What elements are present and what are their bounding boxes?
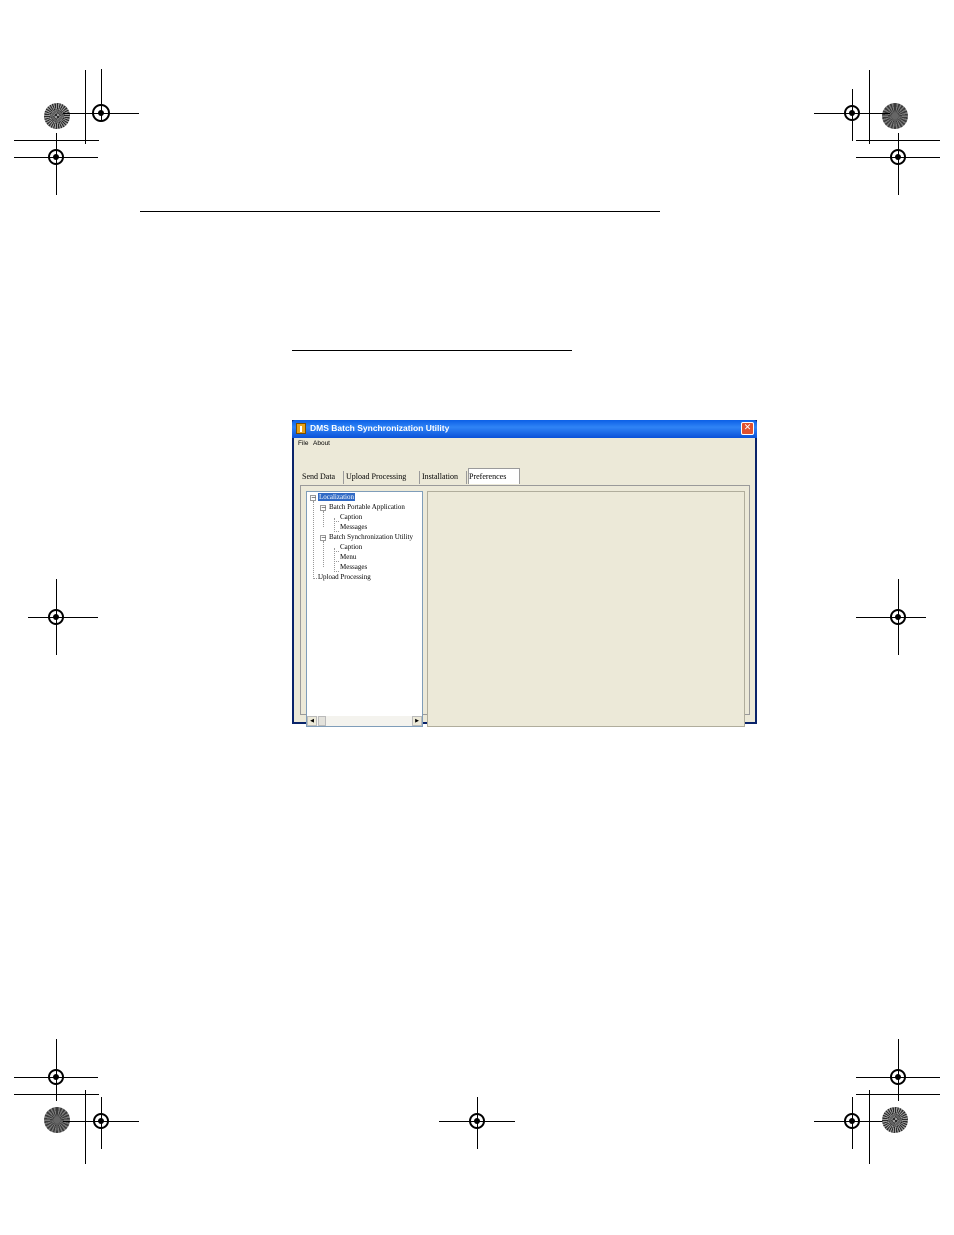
tree-item-caption[interactable]: Caption [340, 513, 362, 521]
scroll-left-button[interactable]: ◀ [307, 716, 317, 726]
tree-item-messages[interactable]: Messages [340, 523, 367, 531]
tree-horizontal-scrollbar[interactable]: ◀ ▶ [307, 716, 422, 726]
registration-starburst-bottom-left [44, 1107, 70, 1133]
crop-line-bottom-right [869, 1090, 870, 1164]
tab-upload-processing[interactable]: Upload Processing [346, 471, 420, 484]
tab-send-data[interactable]: Send Data [302, 471, 344, 484]
section-rule [292, 350, 572, 351]
header-rule [140, 211, 660, 212]
scroll-thumb[interactable] [318, 716, 326, 726]
tree-item-messages-2[interactable]: Messages [340, 563, 367, 571]
tree-item-batch-portable-application[interactable]: Batch Portable Application [329, 503, 405, 511]
crop-line-top-right [869, 70, 870, 144]
window-client-area: File About Send Data Upload Processing I… [294, 438, 755, 727]
crop-line-left-lower [14, 1094, 99, 1095]
preference-detail-pane [427, 491, 745, 727]
scroll-right-button[interactable]: ▶ [412, 716, 422, 726]
registration-starburst-bottom-right [882, 1107, 908, 1133]
title-bar[interactable]: DMS Batch Synchronization Utility ✕ [292, 420, 757, 438]
tree-expander-localization[interactable]: − [310, 495, 316, 501]
menu-bar: File About [294, 438, 755, 450]
menu-about[interactable]: About [313, 440, 330, 447]
tree-item-upload-processing[interactable]: Upload Processing [318, 573, 371, 581]
tree-item-menu[interactable]: Menu [340, 553, 356, 561]
preferences-panel: − Localization − Batch Portable Applicat… [300, 485, 750, 727]
tree-item-localization[interactable]: Localization [318, 493, 355, 501]
app-icon [296, 423, 306, 434]
close-button[interactable]: ✕ [741, 422, 754, 435]
crop-line-top-left [85, 70, 86, 144]
crop-line-right-upper [856, 140, 940, 141]
registration-starburst-top-left [44, 103, 70, 129]
tree-expander-batch-portable[interactable]: − [320, 505, 326, 511]
menu-file[interactable]: File [298, 440, 308, 447]
localization-tree[interactable]: − Localization − Batch Portable Applicat… [306, 491, 423, 727]
tab-installation[interactable]: Installation [422, 471, 467, 484]
registration-starburst-top-right [882, 103, 908, 129]
crop-line-bottom-left [85, 1090, 86, 1164]
window-title: DMS Batch Synchronization Utility [310, 423, 450, 433]
tab-preferences[interactable]: Preferences [468, 468, 520, 484]
crop-line-left-upper [14, 140, 99, 141]
tree-item-caption-2[interactable]: Caption [340, 543, 362, 551]
tree-expander-batch-sync[interactable]: − [320, 535, 326, 541]
tree-item-batch-synchronization-utility[interactable]: Batch Synchronization Utility [329, 533, 413, 541]
app-window: DMS Batch Synchronization Utility ✕ File… [292, 420, 757, 727]
